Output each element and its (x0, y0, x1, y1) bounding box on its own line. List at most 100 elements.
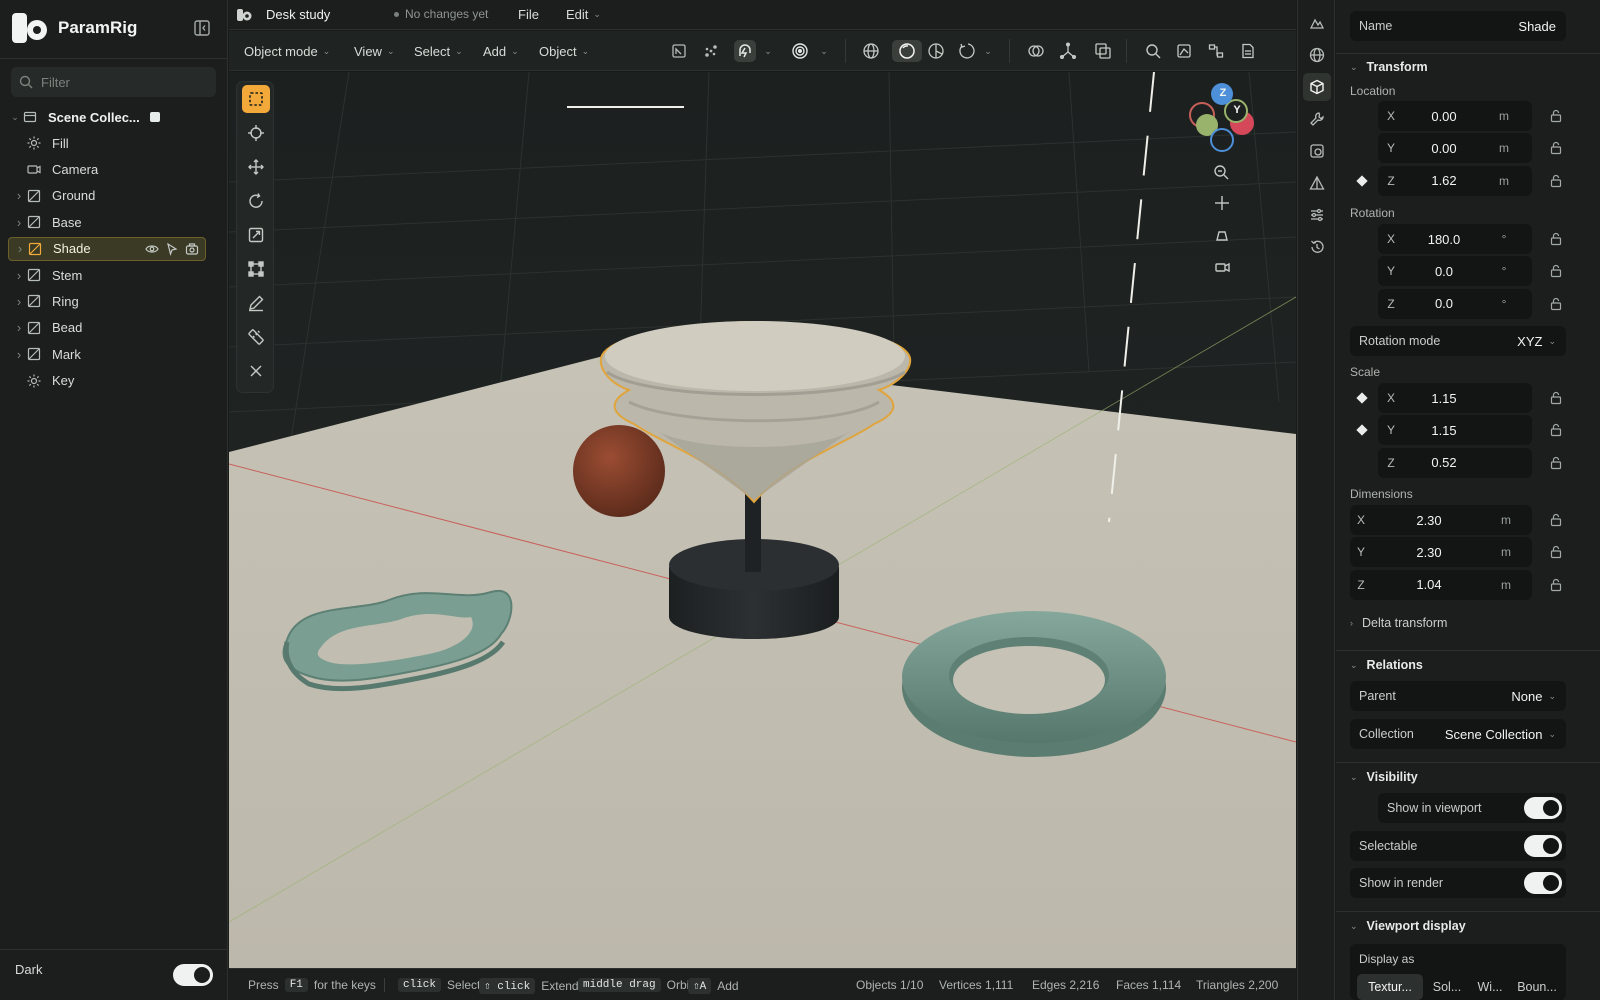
visibility-section-header[interactable]: ⌄ Visibility (1350, 770, 1418, 784)
lock-icon[interactable] (1547, 230, 1565, 248)
wireframe-shading-button[interactable] (860, 40, 882, 62)
rotation-mode-dropdown[interactable]: Rotation mode XYZ ⌄ (1350, 326, 1566, 356)
tree-row-shade[interactable]: › Shade (8, 236, 206, 261)
move-tool[interactable] (242, 153, 270, 181)
edit-menu[interactable]: Edit ⌄ (566, 7, 601, 22)
chevron-right-icon[interactable]: › (13, 241, 27, 256)
show-in-viewport-toggle[interactable] (1524, 797, 1562, 819)
tab-history[interactable] (1303, 233, 1331, 261)
lock-icon[interactable] (1547, 421, 1565, 439)
proportional-edit-toggle[interactable] (789, 40, 811, 62)
transform-orientation-button[interactable] (668, 40, 690, 62)
theme-toggle[interactable] (173, 964, 213, 986)
lock-icon[interactable] (1547, 139, 1565, 157)
close-tool[interactable] (242, 357, 270, 385)
text-editor-button[interactable] (1237, 40, 1259, 62)
scale-tool[interactable] (242, 221, 270, 249)
pivot-point-button[interactable] (700, 40, 722, 62)
tree-row-scene-collection[interactable]: ⌄ Scene Collec... (8, 105, 206, 129)
add-menu[interactable]: Add ⌄ (483, 39, 519, 63)
overlays-toggle[interactable] (1025, 40, 1047, 62)
lock-icon[interactable] (1547, 172, 1565, 190)
lock-icon[interactable] (1547, 511, 1565, 529)
tab-tool[interactable] (1303, 9, 1331, 37)
tab-constraints[interactable] (1303, 201, 1331, 229)
dimensions-z-field[interactable]: Z 1.04 m (1350, 569, 1532, 600)
file-menu[interactable]: File (518, 7, 539, 22)
display-option-bounds[interactable]: Boun... (1511, 974, 1563, 1000)
gizmo-toggle[interactable] (1057, 40, 1079, 62)
rotate-tool[interactable] (242, 187, 270, 215)
tree-row-ring[interactable]: › Ring (8, 289, 206, 313)
mode-dropdown[interactable]: Object mode ⌄ (244, 39, 330, 63)
tab-modifiers[interactable] (1303, 105, 1331, 133)
snap-options-dropdown[interactable]: ⌄ (761, 40, 775, 62)
collection-dropdown[interactable]: Collection Scene Collection ⌄ (1350, 719, 1566, 749)
select-box-tool[interactable] (242, 85, 270, 113)
viewport-display-section-header[interactable]: ⌄ Viewport display (1350, 919, 1466, 933)
material-shading-button[interactable] (925, 40, 947, 62)
relations-section-header[interactable]: ⌄ Relations (1350, 658, 1423, 672)
location-z-field[interactable]: Z 1.62 m (1378, 165, 1532, 196)
chevron-right-icon[interactable]: › (12, 188, 26, 203)
tab-material[interactable] (1303, 137, 1331, 165)
select-menu[interactable]: Select ⌄ (414, 39, 463, 63)
lock-icon[interactable] (1547, 576, 1565, 594)
chevron-down-icon[interactable]: ⌄ (8, 112, 22, 123)
keyframe-diamond-icon[interactable] (1356, 174, 1368, 187)
dimensions-y-field[interactable]: Y 2.30 m (1350, 537, 1532, 568)
lock-icon[interactable] (1547, 295, 1565, 313)
tree-row-key[interactable]: Key (8, 369, 206, 393)
location-x-field[interactable]: X 0.00 m (1378, 101, 1532, 131)
cursor-tool[interactable] (242, 119, 270, 147)
scale-z-field[interactable]: Z 0.52 (1378, 447, 1532, 478)
transform-tool[interactable] (242, 255, 270, 283)
snap-toggle[interactable] (734, 40, 756, 62)
measure-tool[interactable] (242, 323, 270, 351)
image-editor-button[interactable] (1173, 40, 1195, 62)
chevron-right-icon[interactable]: › (12, 347, 26, 362)
lock-icon[interactable] (1547, 454, 1565, 472)
object-menu[interactable]: Object ⌄ (539, 39, 589, 63)
tab-data[interactable] (1303, 169, 1331, 197)
name-field[interactable]: Name Shade (1350, 11, 1566, 41)
tree-row-ground[interactable]: › Ground (8, 184, 206, 208)
selectable-cursor-icon[interactable] (165, 242, 179, 256)
transform-section-header[interactable]: ⌄ Transform (1350, 60, 1428, 74)
lock-icon[interactable] (1547, 389, 1565, 407)
rendered-shading-button[interactable] (957, 40, 979, 62)
scale-x-field[interactable]: X 1.15 (1378, 383, 1532, 413)
tree-row-base[interactable]: › Base (8, 210, 206, 234)
render-camera-icon[interactable] (185, 242, 199, 256)
document-title[interactable]: Desk study (266, 7, 330, 22)
annotate-tool[interactable] (242, 289, 270, 317)
lock-icon[interactable] (1547, 107, 1565, 125)
tree-row-mark[interactable]: › Mark (8, 342, 206, 366)
delta-transform-header[interactable]: › Delta transform (1350, 616, 1447, 630)
display-option-wire[interactable]: Wi... (1471, 974, 1509, 1000)
show-in-render-toggle[interactable] (1524, 872, 1562, 894)
xray-toggle[interactable] (1092, 40, 1114, 62)
tree-row-stem[interactable]: › Stem (8, 263, 206, 287)
view-menu[interactable]: View ⌄ (354, 39, 395, 63)
selectable-toggle[interactable] (1524, 835, 1562, 857)
tree-row-bead[interactable]: › Bead (8, 316, 206, 340)
tab-object[interactable] (1303, 73, 1331, 101)
collection-color-swatch[interactable] (149, 112, 160, 122)
chevron-right-icon[interactable]: › (12, 294, 26, 309)
lock-icon[interactable] (1547, 262, 1565, 280)
proportional-options-dropdown[interactable]: ⌄ (817, 40, 831, 62)
chevron-right-icon[interactable]: › (12, 268, 26, 283)
keyframe-diamond-icon[interactable] (1356, 392, 1368, 404)
tab-world[interactable] (1303, 41, 1331, 69)
solid-shading-button[interactable] (892, 40, 922, 62)
tree-row-camera[interactable]: Camera (8, 157, 206, 181)
3d-viewport[interactable]: Z Y (229, 72, 1296, 968)
lock-icon[interactable] (1547, 543, 1565, 561)
scale-y-field[interactable]: Y 1.15 (1378, 415, 1532, 446)
chevron-right-icon[interactable]: › (12, 320, 26, 335)
chevron-right-icon[interactable]: › (12, 215, 26, 230)
location-y-field[interactable]: Y 0.00 m (1378, 133, 1532, 164)
shading-options-dropdown[interactable]: ⌄ (981, 40, 995, 62)
display-option-solid[interactable]: Sol... (1425, 974, 1469, 1000)
